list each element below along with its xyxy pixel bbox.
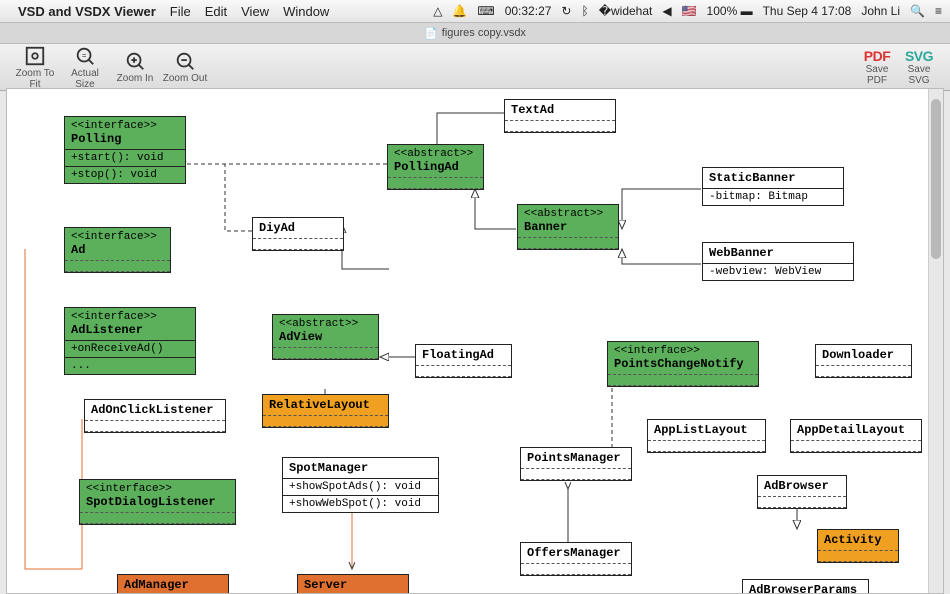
class-adview[interactable]: <<abstract>>AdView [272, 314, 379, 360]
class-banner[interactable]: <<abstract>>Banner [517, 204, 619, 250]
class-server[interactable]: Server [297, 574, 409, 594]
scrollbar-thumb[interactable] [931, 99, 941, 259]
diagram-canvas[interactable]: <<interface>>Polling +start(): void +sto… [7, 89, 929, 593]
class-pointsmanager[interactable]: PointsManager [520, 447, 632, 481]
timer: 00:32:27 [505, 4, 552, 18]
wifi-icon[interactable]: �widehat [599, 4, 653, 18]
flag-icon[interactable]: 🇺🇸 [682, 4, 697, 18]
class-adbrowserparams[interactable]: AdBrowserParams [742, 579, 869, 594]
zoom-to-fit-button[interactable]: Zoom To Fit [10, 45, 60, 90]
save-svg-button[interactable]: SVG Save SVG [898, 48, 940, 86]
class-pollingad[interactable]: <<abstract>>PollingAd [387, 144, 484, 190]
canvas-viewport[interactable]: <<interface>>Polling +start(): void +sto… [6, 88, 944, 594]
doc-icon: 📄 [424, 27, 438, 40]
toolbar: Zoom To Fit = Actual Size Zoom In Zoom O… [0, 44, 950, 91]
menu-file[interactable]: File [170, 4, 191, 19]
class-ad[interactable]: <<interface>>Ad [64, 227, 171, 273]
keyboard-icon[interactable]: ⌨ [477, 4, 494, 18]
class-spotdialog[interactable]: <<interface>>SpotDialogListener [79, 479, 236, 525]
volume-icon[interactable]: ◀ [662, 4, 671, 18]
class-pointschangenotify[interactable]: <<interface>>PointsChangeNotify [607, 341, 759, 387]
class-webbanner[interactable]: WebBanner -webview: WebView [702, 242, 854, 281]
date: Thu Sep 4 17:08 [763, 4, 852, 18]
save-pdf-button[interactable]: PDF Save PDF [856, 48, 898, 86]
notification-center-icon[interactable]: ≡ [935, 4, 942, 18]
class-applistlayout[interactable]: AppListLayout [647, 419, 766, 453]
menu-view[interactable]: View [241, 4, 269, 19]
zoom-in-button[interactable]: Zoom In [110, 50, 160, 84]
class-diyad[interactable]: DiyAd [252, 217, 344, 251]
class-offersmanager[interactable]: OffersManager [520, 542, 632, 576]
user[interactable]: John Li [861, 4, 900, 18]
class-activity[interactable]: Activity [817, 529, 899, 563]
menubar: VSD and VSDX Viewer File Edit View Windo… [0, 0, 950, 23]
class-spotmanager[interactable]: SpotManager +showSpotAds(): void +showWe… [282, 457, 439, 513]
svg-text:=: = [82, 50, 86, 59]
notify-icon[interactable]: 🔔 [452, 4, 467, 18]
app-name[interactable]: VSD and VSDX Viewer [18, 4, 156, 19]
class-adbrowser[interactable]: AdBrowser [757, 475, 847, 509]
class-textad[interactable]: TextAd [504, 99, 616, 133]
bluetooth-icon[interactable]: ᛒ [581, 4, 588, 18]
class-adonclick[interactable]: AdOnClickListener [84, 399, 226, 433]
actual-size-button[interactable]: = Actual Size [60, 45, 110, 90]
class-downloader[interactable]: Downloader [815, 344, 912, 378]
class-adlistener[interactable]: <<interface>>AdListener +onReceiveAd() .… [64, 307, 196, 375]
drive-icon[interactable]: △ [433, 4, 442, 18]
spotlight-icon[interactable]: 🔍 [910, 4, 925, 18]
class-polling[interactable]: <<interface>>Polling +start(): void +sto… [64, 116, 186, 184]
class-floatingad[interactable]: FloatingAd [415, 344, 512, 378]
battery: 100% ▬ [707, 4, 753, 18]
menu-edit[interactable]: Edit [205, 4, 227, 19]
zoom-out-button[interactable]: Zoom Out [160, 50, 210, 84]
doc-title: figures copy.vsdx [442, 27, 526, 39]
class-admanager[interactable]: AdManager [117, 574, 229, 594]
class-relativelayout[interactable]: RelativeLayout [262, 394, 389, 428]
menu-window[interactable]: Window [283, 4, 329, 19]
window-titlebar: 📄 figures copy.vsdx [0, 23, 950, 44]
sync-icon[interactable]: ↻ [561, 4, 571, 18]
vertical-scrollbar[interactable] [928, 89, 943, 593]
class-appdetaillayout[interactable]: AppDetailLayout [790, 419, 922, 453]
class-staticbanner[interactable]: StaticBanner -bitmap: Bitmap [702, 167, 844, 206]
